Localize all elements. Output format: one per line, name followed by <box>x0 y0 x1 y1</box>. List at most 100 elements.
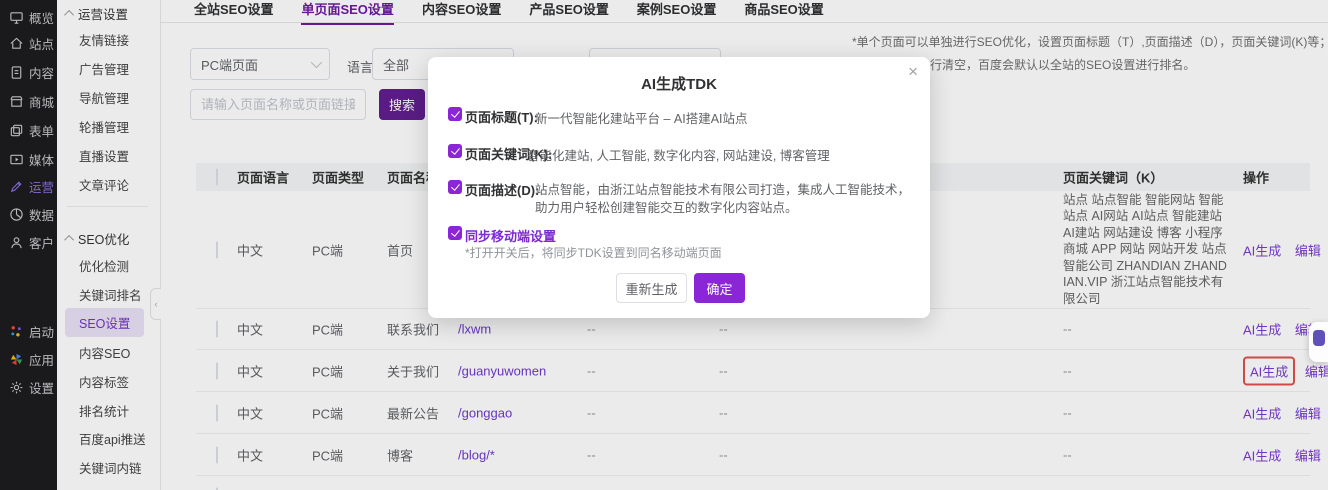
select-all-checkbox[interactable] <box>216 169 218 186</box>
sidebar-item-mall[interactable]: 商城 <box>0 88 57 114</box>
customer-icon <box>9 235 24 250</box>
tab-product-seo[interactable]: 产品SEO设置 <box>529 0 608 22</box>
cell-desc-empty: -- <box>719 363 728 378</box>
regenerate-button[interactable]: 重新生成 <box>616 273 687 303</box>
sidebar-item-label: 内容 <box>29 63 54 82</box>
submenu-item-keyword-inlink[interactable]: 关键词内链 <box>79 458 142 477</box>
ai-generate-link[interactable]: AI生成 <box>1243 243 1281 258</box>
submenu-item-keyword-rank[interactable]: 关键词排名 <box>79 285 142 304</box>
sidebar-item-operation[interactable]: 运营 <box>0 173 57 199</box>
submenu-item-friend-links[interactable]: 友情链接 <box>79 30 129 49</box>
page-description-checkbox[interactable] <box>448 180 462 194</box>
section-title: SEO优化 <box>78 229 129 248</box>
confirm-button[interactable]: 确定 <box>694 273 745 303</box>
cell-type: PC端 <box>312 240 343 259</box>
tab-page-seo[interactable]: 单页面SEO设置 <box>301 0 393 22</box>
edit-link[interactable]: 编辑 <box>1295 406 1321 421</box>
edit-link[interactable]: 编辑 <box>1295 243 1321 258</box>
header-actions: 操作 <box>1243 168 1269 187</box>
cell-page-link[interactable]: /gonggao <box>458 405 512 420</box>
cell-name: 博客 <box>387 445 413 464</box>
launch-icon <box>9 324 24 339</box>
sidebar-item-apps[interactable]: 应用 <box>0 346 57 372</box>
ai-generate-link[interactable]: AI生成 <box>1243 406 1281 421</box>
section-seo[interactable]: SEO优化 <box>67 229 129 248</box>
row-checkbox[interactable] <box>216 241 218 258</box>
page-title-checkbox[interactable] <box>448 107 462 121</box>
sidebar-item-site[interactable]: 站点 <box>0 30 57 56</box>
settings-icon <box>9 380 24 395</box>
page-type-select[interactable]: PC端页面 <box>190 48 330 80</box>
data-icon <box>9 207 24 222</box>
row-checkbox[interactable] <box>216 362 218 379</box>
cell-keywords-empty: -- <box>1063 322 1229 337</box>
submenu-item-rank-stats[interactable]: 排名统计 <box>79 401 129 420</box>
row-checkbox[interactable] <box>216 446 218 463</box>
sidebar-item-customer[interactable]: 客户 <box>0 229 57 255</box>
sidebar-item-label: 数据 <box>29 205 54 224</box>
ai-generate-link[interactable]: AI生成 <box>1250 364 1288 379</box>
sidebar-item-content[interactable]: 内容 <box>0 59 57 85</box>
sidebar-item-settings[interactable]: 设置 <box>0 374 57 400</box>
cell-title-empty: -- <box>587 405 596 420</box>
sidebar-item-data[interactable]: 数据 <box>0 201 57 227</box>
submenu-item-seo-check[interactable]: 优化检测 <box>79 256 129 275</box>
sidebar-item-form[interactable]: 表单 <box>0 117 57 143</box>
submenu-item-carousel[interactable]: 轮播管理 <box>79 117 129 136</box>
submenu-item-seo-settings[interactable]: SEO设置 <box>65 308 144 337</box>
sidebar-item-overview[interactable]: 概览 <box>0 4 57 30</box>
tab-content-seo[interactable]: 内容SEO设置 <box>422 0 501 22</box>
ai-generate-link[interactable]: AI生成 <box>1243 323 1281 338</box>
sidebar-item-launch[interactable]: 启动 <box>0 318 57 344</box>
cell-name: 关于我们 <box>387 361 439 380</box>
cell-language: 中文 <box>237 361 263 380</box>
submenu-item-baidu-api-push[interactable]: 百度api推送 <box>79 429 146 448</box>
edit-link[interactable]: 编辑 <box>1295 448 1321 463</box>
cell-keywords-empty: -- <box>1063 363 1229 378</box>
assistant-icon <box>1313 330 1325 346</box>
page-description-value: 站点智能，由浙江站点智能技术有限公司打造，集成人工智能技术，助力用户轻松创建智能… <box>535 181 917 217</box>
red-highlight-box: AI生成 <box>1243 356 1295 385</box>
sync-mobile-checkbox[interactable] <box>448 226 462 240</box>
cell-type: PC端 <box>312 361 343 380</box>
sidebar-item-label: 站点 <box>29 34 54 53</box>
submenu-item-content-tags[interactable]: 内容标签 <box>79 372 129 391</box>
sidebar-item-label: 启动 <box>29 322 54 341</box>
cell-desc-empty: -- <box>719 405 728 420</box>
submenu-item-ad-manage[interactable]: 广告管理 <box>79 59 129 78</box>
submenu-item-live-settings[interactable]: 直播设置 <box>79 146 129 165</box>
cell-language: 中文 <box>237 320 263 339</box>
submenu-item-nav-manage[interactable]: 导航管理 <box>79 88 129 107</box>
apps-icon <box>9 352 24 367</box>
submenu-item-content-seo[interactable]: 内容SEO <box>79 343 130 362</box>
sidebar-item-label: 商城 <box>29 92 54 111</box>
tab-goods-seo[interactable]: 商品SEO设置 <box>744 0 823 22</box>
tab-site-seo[interactable]: 全站SEO设置 <box>194 0 273 22</box>
search-button[interactable]: 搜索 <box>379 89 425 120</box>
sidebar-item-media[interactable]: 媒体 <box>0 146 57 172</box>
sidebar-item-label: 客户 <box>29 233 54 252</box>
ai-generate-tdk-dialog: × AI生成TDK 页面标题(T): 新一代智能化建站平台 – AI搭建AI站点… <box>428 57 930 318</box>
page-keywords-checkbox[interactable] <box>448 144 462 158</box>
cell-page-link[interactable]: /blog/* <box>458 447 495 462</box>
cell-page-link[interactable]: /lxwm <box>458 322 491 337</box>
tab-case-seo[interactable]: 案例SEO设置 <box>637 0 716 22</box>
ai-generate-link[interactable]: AI生成 <box>1243 448 1281 463</box>
search-input[interactable] <box>190 89 366 120</box>
sidebar-item-label: 表单 <box>29 121 54 140</box>
sidebar-collapse-handle[interactable]: ‹ <box>150 288 161 320</box>
section-operation-settings[interactable]: 运营设置 <box>67 4 128 23</box>
collapse-caret-icon <box>64 10 74 20</box>
edit-link[interactable]: 编辑 <box>1305 364 1328 379</box>
cell-desc-empty: -- <box>719 322 728 337</box>
chevron-down-icon <box>311 57 322 68</box>
sidebar-item-label: 设置 <box>29 378 54 397</box>
submenu-item-article-comments[interactable]: 文章评论 <box>79 175 129 194</box>
row-checkbox[interactable] <box>216 404 218 421</box>
floating-side-widget[interactable] <box>1309 322 1328 362</box>
operation-icon <box>9 179 24 194</box>
sidebar-item-label: 应用 <box>29 350 54 369</box>
row-checkbox[interactable] <box>216 321 218 338</box>
cell-page-link[interactable]: /guanyuwomen <box>458 363 546 378</box>
cell-title-empty: -- <box>587 363 596 378</box>
